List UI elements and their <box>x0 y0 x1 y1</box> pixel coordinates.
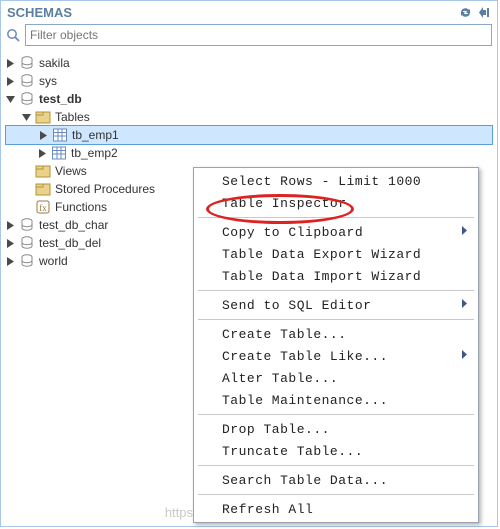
menu-drop-table[interactable]: Drop Table... <box>196 418 476 440</box>
menu-truncate-table[interactable]: Truncate Table... <box>196 440 476 462</box>
menu-separator <box>198 465 474 466</box>
collapse-icon[interactable] <box>5 94 16 105</box>
menu-separator <box>198 290 474 291</box>
database-icon <box>19 91 35 107</box>
context-menu: Select Rows - Limit 1000 Table Inspector… <box>193 167 479 523</box>
menu-table-maintenance[interactable]: Table Maintenance... <box>196 389 476 411</box>
tree-item-sys[interactable]: sys <box>5 72 493 90</box>
menu-separator <box>198 217 474 218</box>
expand-icon[interactable] <box>5 58 16 69</box>
menu-import-wizard[interactable]: Table Data Import Wizard <box>196 265 476 287</box>
menu-create-table[interactable]: Create Table... <box>196 323 476 345</box>
submenu-arrow-icon <box>459 348 468 365</box>
submenu-arrow-icon <box>459 224 468 241</box>
expand-icon[interactable] <box>5 238 16 249</box>
expand-icon[interactable] <box>5 256 16 267</box>
menu-search-table-data[interactable]: Search Table Data... <box>196 469 476 491</box>
menu-separator <box>198 319 474 320</box>
menu-select-rows[interactable]: Select Rows - Limit 1000 <box>196 170 476 192</box>
expand-icon[interactable] <box>38 130 49 141</box>
menu-alter-table[interactable]: Alter Table... <box>196 367 476 389</box>
panel-title: SCHEMAS <box>7 5 72 20</box>
collapse-icon[interactable] <box>21 112 32 123</box>
menu-table-inspector[interactable]: Table Inspector <box>196 192 476 214</box>
refresh-icon[interactable] <box>459 6 472 19</box>
tree-item-sakila[interactable]: sakila <box>5 54 493 72</box>
menu-send-sql[interactable]: Send to SQL Editor <box>196 294 476 316</box>
database-icon <box>19 55 35 71</box>
folder-icon <box>35 163 51 179</box>
menu-create-table-like[interactable]: Create Table Like... <box>196 345 476 367</box>
filter-row <box>5 24 493 52</box>
database-icon <box>19 235 35 251</box>
expand-icon[interactable] <box>5 220 16 231</box>
expand-icon[interactable] <box>5 76 16 87</box>
menu-refresh-all[interactable]: Refresh All <box>196 498 476 520</box>
menu-separator <box>198 414 474 415</box>
search-icon <box>6 28 21 43</box>
tree-item-test-db[interactable]: test_db <box>5 90 493 108</box>
database-icon <box>19 253 35 269</box>
table-icon <box>51 145 67 161</box>
panel-header: SCHEMAS <box>5 3 493 24</box>
folder-icon <box>35 181 51 197</box>
tree-item-tb-emp2[interactable]: tb_emp2 <box>5 144 493 162</box>
folder-icon <box>35 109 51 125</box>
menu-export-wizard[interactable]: Table Data Export Wizard <box>196 243 476 265</box>
database-icon <box>19 73 35 89</box>
functions-icon <box>35 199 51 215</box>
schemas-panel: SCHEMAS sakila sys test_db Tables tb_emp… <box>0 0 498 527</box>
tree-item-tables[interactable]: Tables <box>5 108 493 126</box>
collapse-icon[interactable] <box>478 6 491 19</box>
filter-input[interactable] <box>25 24 492 46</box>
tree-item-tb-emp1[interactable]: tb_emp1 <box>5 125 493 145</box>
expand-icon[interactable] <box>37 148 48 159</box>
menu-separator <box>198 494 474 495</box>
table-icon <box>52 127 68 143</box>
menu-copy-clipboard[interactable]: Copy to Clipboard <box>196 221 476 243</box>
submenu-arrow-icon <box>459 297 468 314</box>
database-icon <box>19 217 35 233</box>
